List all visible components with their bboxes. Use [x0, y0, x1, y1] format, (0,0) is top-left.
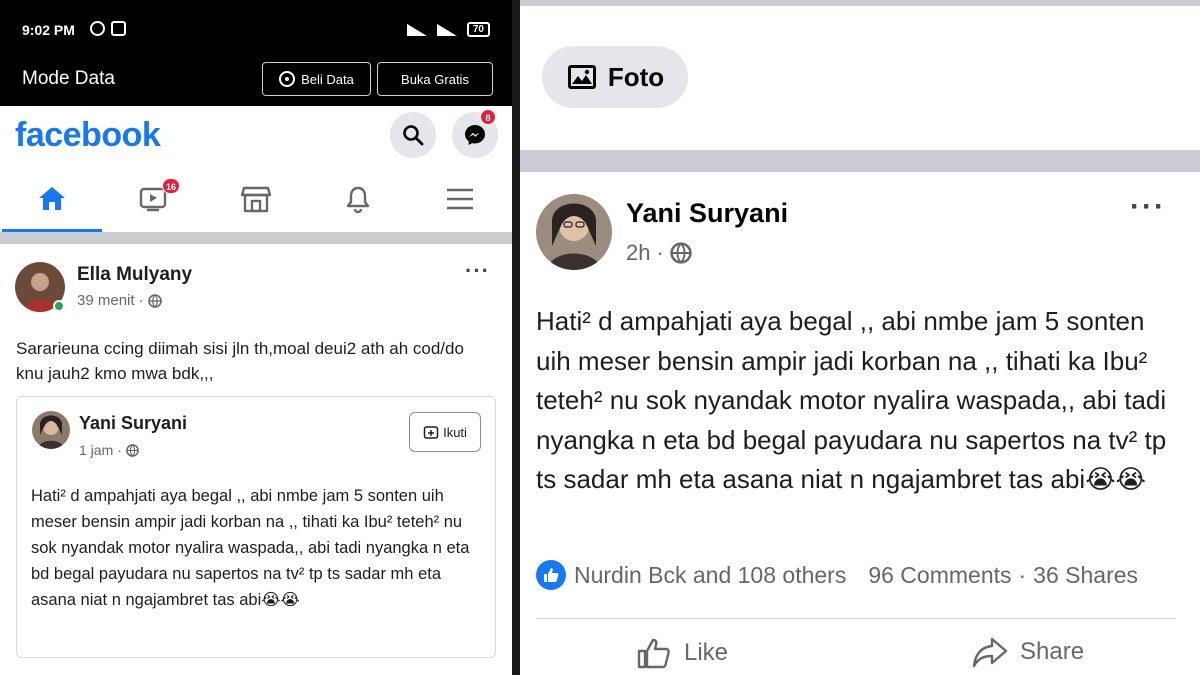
- tab-bar: 16: [0, 166, 512, 232]
- beli-data-label: Beli Data: [301, 71, 354, 87]
- avatar-image: [536, 194, 612, 270]
- alarm-icon: [90, 21, 105, 36]
- meta-dot: ·: [1018, 561, 1027, 588]
- thumbs-up-icon: [637, 638, 670, 669]
- like-reaction-icon[interactable]: [536, 560, 566, 590]
- follow-icon: [423, 426, 439, 439]
- status-time: 9:02 PM: [22, 22, 75, 38]
- post-meta: 39 menit ·: [77, 292, 162, 309]
- signal-icon: [406, 23, 427, 36]
- top-separator: [520, 0, 1200, 6]
- shared-text-body: Hati² d ampahjati aya begal ,, abi nmbe …: [31, 487, 470, 609]
- like-button[interactable]: Like: [636, 636, 728, 670]
- search-button[interactable]: [390, 112, 436, 158]
- comments-count[interactable]: 96 Comments: [868, 562, 1011, 589]
- menu-icon: [447, 188, 473, 210]
- status-icons: [90, 21, 126, 36]
- battery-indicator: 70: [466, 22, 490, 37]
- post-time[interactable]: 39 menit: [77, 292, 135, 309]
- hotspot-icon: [279, 71, 296, 87]
- tab-menu[interactable]: [410, 166, 510, 232]
- mode-data-bar: Mode Data Beli Data Buka Gratis: [0, 58, 512, 106]
- messenger-badge: 8: [480, 109, 496, 125]
- post-options-icon[interactable]: ···: [1130, 190, 1166, 224]
- shared-author[interactable]: Yani Suryani: [79, 413, 187, 434]
- bell-icon: [346, 186, 370, 214]
- share-icon: [972, 637, 1008, 668]
- shared-post-card[interactable]: Yani Suryani 1 jam · Ikuti Hati² d ampah…: [16, 396, 496, 658]
- photo-icon: [567, 65, 596, 89]
- post-author[interactable]: Ella Mulyany: [77, 264, 192, 286]
- post-text-body: Hati² d ampahjati aya begal ,, abi nmbe …: [536, 306, 1167, 494]
- messenger-icon: [465, 125, 485, 145]
- photo-label: Foto: [607, 61, 665, 92]
- buka-gratis-label: Buka Gratis: [401, 71, 469, 87]
- facebook-logo[interactable]: facebook: [15, 116, 161, 155]
- tab-home[interactable]: [2, 166, 102, 232]
- follow-button[interactable]: Ikuti: [409, 412, 481, 452]
- post-text: Sararieuna ccing diimah sisi jln th,moal…: [16, 339, 464, 383]
- right-screenshot-panel: Foto Yani Suryani 2h · ··· Hati² d ampah…: [520, 0, 1200, 675]
- globe-icon: [670, 242, 692, 264]
- share-label: Share: [1020, 638, 1085, 665]
- shared-post-text: Hati² d ampahjati aya begal ,, abi nmbe …: [31, 483, 483, 613]
- beli-data-button[interactable]: Beli Data: [262, 62, 371, 96]
- post-options-icon[interactable]: ···: [465, 258, 490, 284]
- meta-dot: ·: [138, 292, 144, 309]
- shared-time[interactable]: 1 jam: [79, 442, 113, 458]
- signal-icon-2: [436, 23, 457, 36]
- feed-separator: [0, 232, 512, 244]
- tab-watch[interactable]: 16: [104, 166, 204, 232]
- tab-marketplace[interactable]: [206, 166, 306, 232]
- globe-icon: [126, 443, 139, 457]
- shared-meta: 1 jam ·: [79, 442, 139, 458]
- thumbs-up-icon: [544, 568, 559, 582]
- watch-badge: 16: [162, 178, 181, 194]
- home-icon: [39, 186, 65, 210]
- yani-avatar[interactable]: [536, 194, 612, 270]
- panel-divider: [512, 0, 520, 675]
- marketplace-icon: [240, 186, 272, 213]
- meta-dot: ·: [117, 442, 122, 458]
- left-screenshot-panel: 9:02 PM 70 Mode Data Beli Data Buka Grat…: [0, 0, 512, 675]
- share-button[interactable]: Share: [972, 636, 1084, 668]
- meta-dot: ·: [656, 240, 664, 265]
- notification-icon: [111, 21, 126, 36]
- status-right: 70: [406, 22, 490, 37]
- post-text: Hati² d ampahjati aya begal ,, abi nmbe …: [536, 302, 1176, 500]
- post-time[interactable]: 2h: [626, 240, 650, 266]
- facebook-header: facebook 8: [0, 106, 512, 166]
- messenger-button[interactable]: 8: [452, 109, 498, 158]
- yani-avatar-small[interactable]: [32, 411, 70, 449]
- globe-icon: [147, 293, 162, 308]
- feed-separator: [520, 150, 1200, 172]
- post-meta: 2h ·: [626, 240, 692, 266]
- post-author[interactable]: Yani Suryani: [626, 198, 788, 229]
- shares-count[interactable]: 36 Shares: [1033, 562, 1138, 589]
- online-indicator: [53, 300, 65, 312]
- status-bar: 9:02 PM 70: [0, 0, 512, 58]
- follow-label: Ikuti: [443, 424, 467, 440]
- action-divider: [536, 618, 1176, 619]
- search-icon: [403, 125, 424, 146]
- reactions-row: Nurdin Bck and 108 others 96 Comments · …: [536, 560, 1186, 590]
- crying-emoji: 😭😭: [261, 591, 300, 609]
- like-label: Like: [684, 639, 729, 666]
- avatar-image: [32, 411, 70, 449]
- crying-emoji: 😭😭: [1085, 464, 1146, 494]
- reactions-count[interactable]: Nurdin Bck and 108 others: [574, 562, 846, 589]
- buka-gratis-button[interactable]: Buka Gratis: [377, 62, 493, 96]
- mode-data-title: Mode Data: [22, 68, 115, 89]
- tab-notifications[interactable]: [308, 166, 408, 232]
- photo-button[interactable]: Foto: [542, 46, 688, 108]
